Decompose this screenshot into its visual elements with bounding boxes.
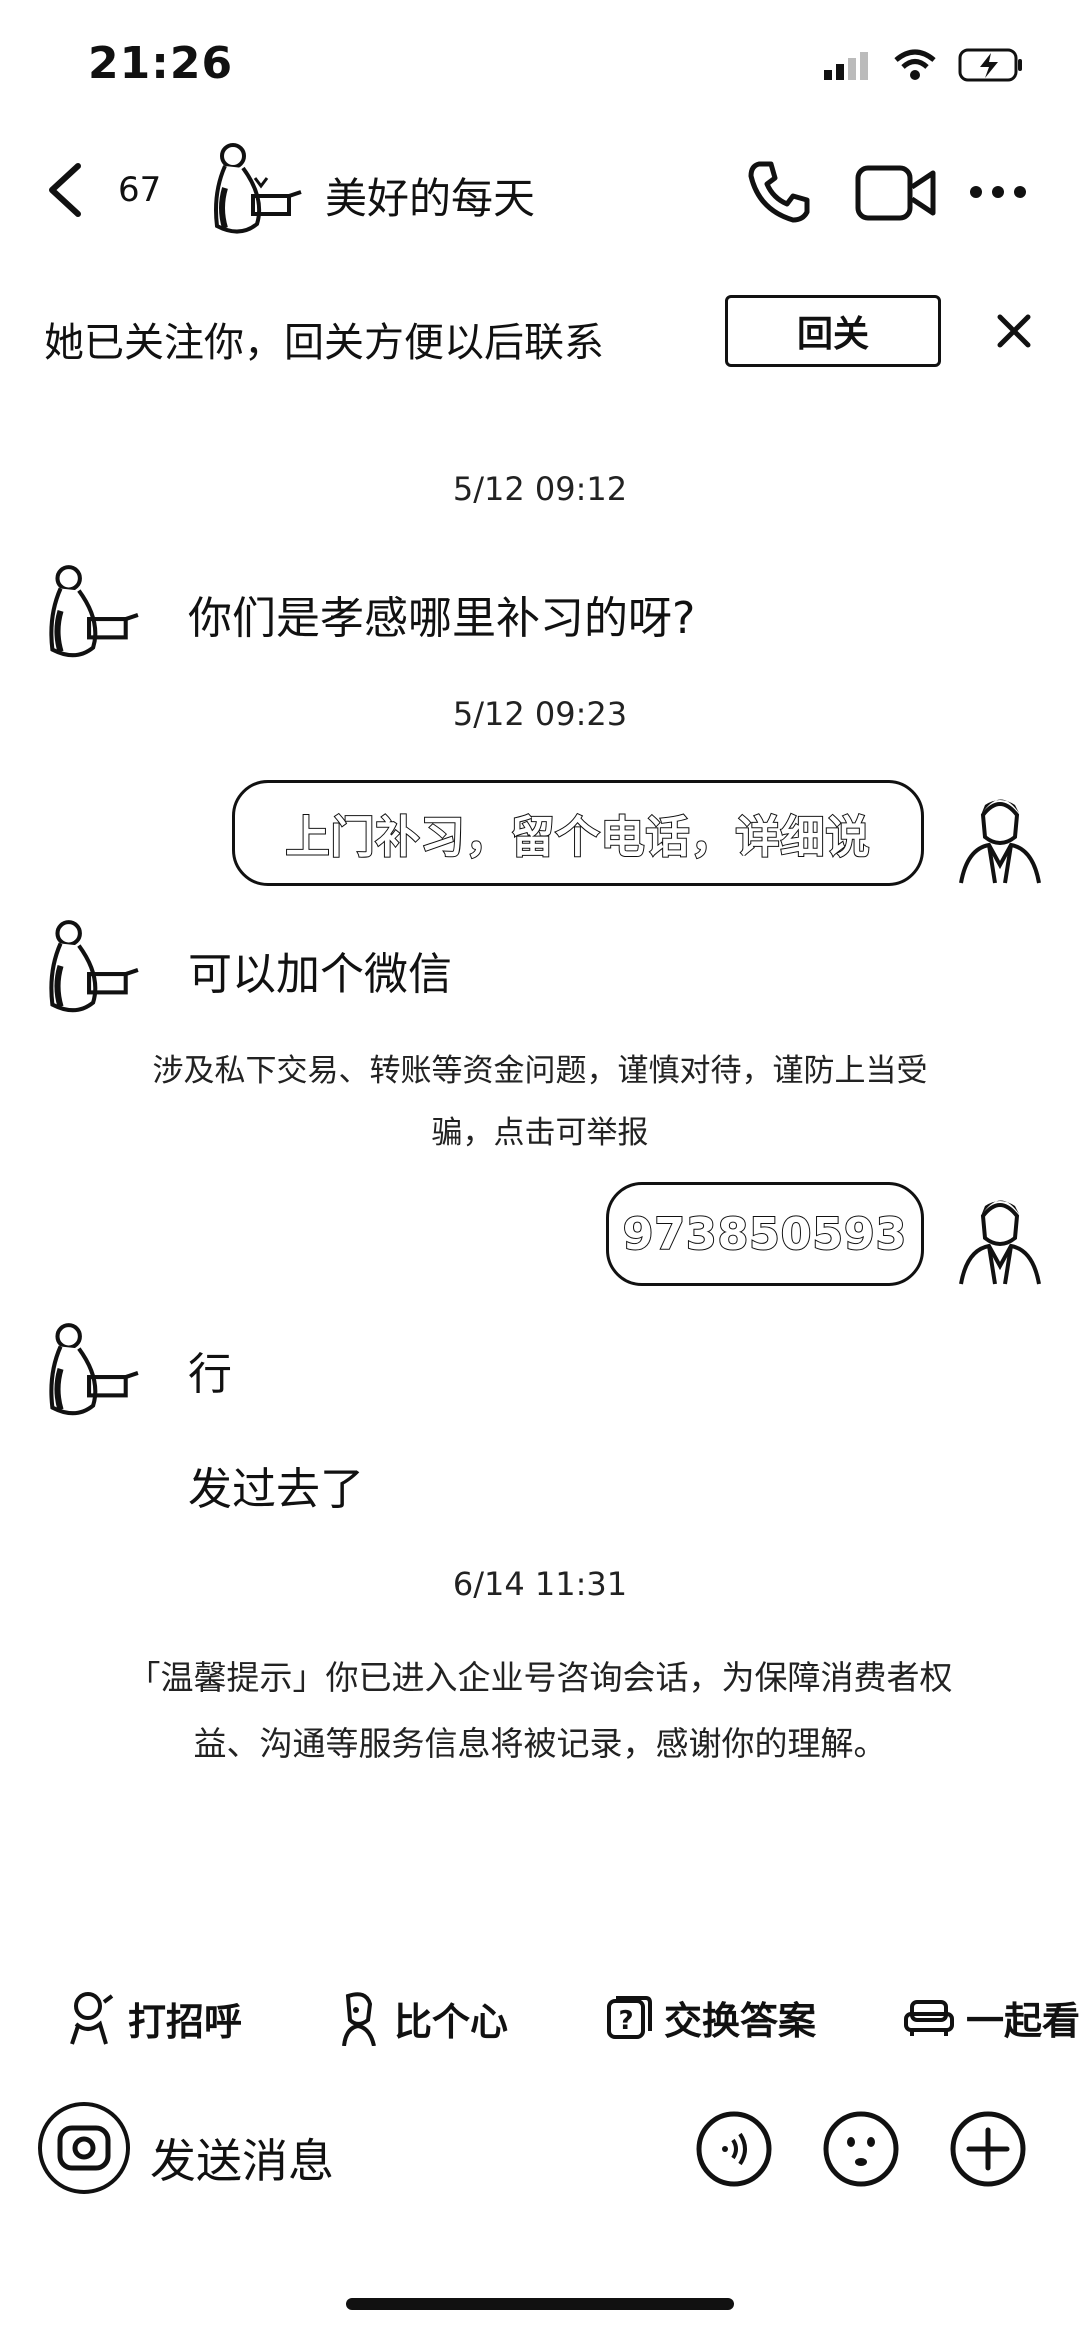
chat-title: 美好的每天 <box>325 174 536 223</box>
phone-icon[interactable] <box>745 158 813 226</box>
outgoing-message[interactable]: 上门补习，留个电话，详细说 <box>232 780 924 886</box>
video-call-icon[interactable] <box>855 165 937 221</box>
system-tip: 「温馨提示」你已进入企业号咨询会话，为保障消费者权 益、沟通等服务信息将被记录，… <box>0 1645 1080 1777</box>
contact-avatar[interactable] <box>30 915 142 1027</box>
quick-action-wave[interactable]: 打招呼 <box>66 1990 242 2046</box>
risk-warning-line: 骗，点击可举报 <box>431 1115 649 1151</box>
close-icon[interactable] <box>988 305 1040 357</box>
status-time: 21:26 <box>88 38 234 89</box>
system-tip-line: 益、沟通等服务信息将被记录，感谢你的理解。 <box>193 1724 887 1763</box>
heart-sticker-icon <box>342 1992 376 2046</box>
more-icon[interactable] <box>968 180 1028 204</box>
incoming-message[interactable]: 发过去了 <box>188 1453 364 1517</box>
timestamp: 6/14 11:31 <box>452 1565 628 1603</box>
my-avatar[interactable] <box>955 785 1045 885</box>
contact-avatar[interactable] <box>195 138 305 248</box>
risk-warning-line: 涉及私下交易、转账等资金问题，谨慎对待，谨防上当受 <box>152 1053 928 1089</box>
quick-action-label: 比个心 <box>394 1999 509 2044</box>
quick-action-label: 一起看 <box>966 1999 1080 2043</box>
voice-icon[interactable] <box>695 2110 773 2188</box>
emoji-icon[interactable] <box>822 2110 900 2188</box>
wave-sticker-icon <box>70 1992 114 2045</box>
contact-avatar[interactable] <box>30 1318 142 1430</box>
timestamp: 5/12 09:12 <box>452 470 628 508</box>
incoming-message[interactable]: 可以加个微信 <box>188 938 452 1002</box>
quick-action-heart[interactable]: 比个心 <box>336 1990 508 2046</box>
svg-text:?: ? <box>618 2006 633 2036</box>
plus-icon[interactable] <box>949 2110 1027 2188</box>
contact-avatar[interactable] <box>30 560 142 672</box>
follow-back-button[interactable]: 回关 <box>725 295 941 367</box>
risk-warning[interactable]: 涉及私下交易、转账等资金问题，谨慎对待，谨防上当受 骗，点击可举报 <box>0 1040 1080 1164</box>
back-arrow-icon[interactable] <box>42 160 90 220</box>
system-tip-line: 「温馨提示」你已进入企业号咨询会话，为保障消费者权 <box>127 1658 953 1697</box>
unread-count: 67 <box>118 170 162 210</box>
status-icons <box>824 48 1024 82</box>
quick-action-exchange-answers[interactable]: ? 交换答案 <box>606 1990 816 2045</box>
outgoing-message[interactable]: 973850593 <box>606 1182 924 1286</box>
timestamp: 5/12 09:23 <box>452 695 628 733</box>
signal-icon <box>824 52 868 80</box>
question-card-icon: ? <box>607 1995 652 2039</box>
quick-action-label: 打招呼 <box>128 1999 243 2044</box>
wifi-icon <box>894 49 936 80</box>
battery-charging-icon <box>958 48 1022 82</box>
follow-banner-text: 她已关注你，回关方便以后联系 <box>44 320 604 366</box>
quick-action-watch-together[interactable]: 一起看 <box>904 1990 1080 2045</box>
home-indicator[interactable] <box>346 2298 734 2310</box>
sofa-icon <box>904 1999 954 2036</box>
camera-icon[interactable] <box>36 2100 132 2196</box>
my-avatar[interactable] <box>955 1186 1045 1286</box>
message-input[interactable]: 发送消息 <box>150 2125 334 2191</box>
incoming-message[interactable]: 行 <box>188 1338 232 1402</box>
incoming-message[interactable]: 你们是孝感哪里补习的呀? <box>188 582 695 646</box>
quick-action-label: 交换答案 <box>664 1999 817 2043</box>
